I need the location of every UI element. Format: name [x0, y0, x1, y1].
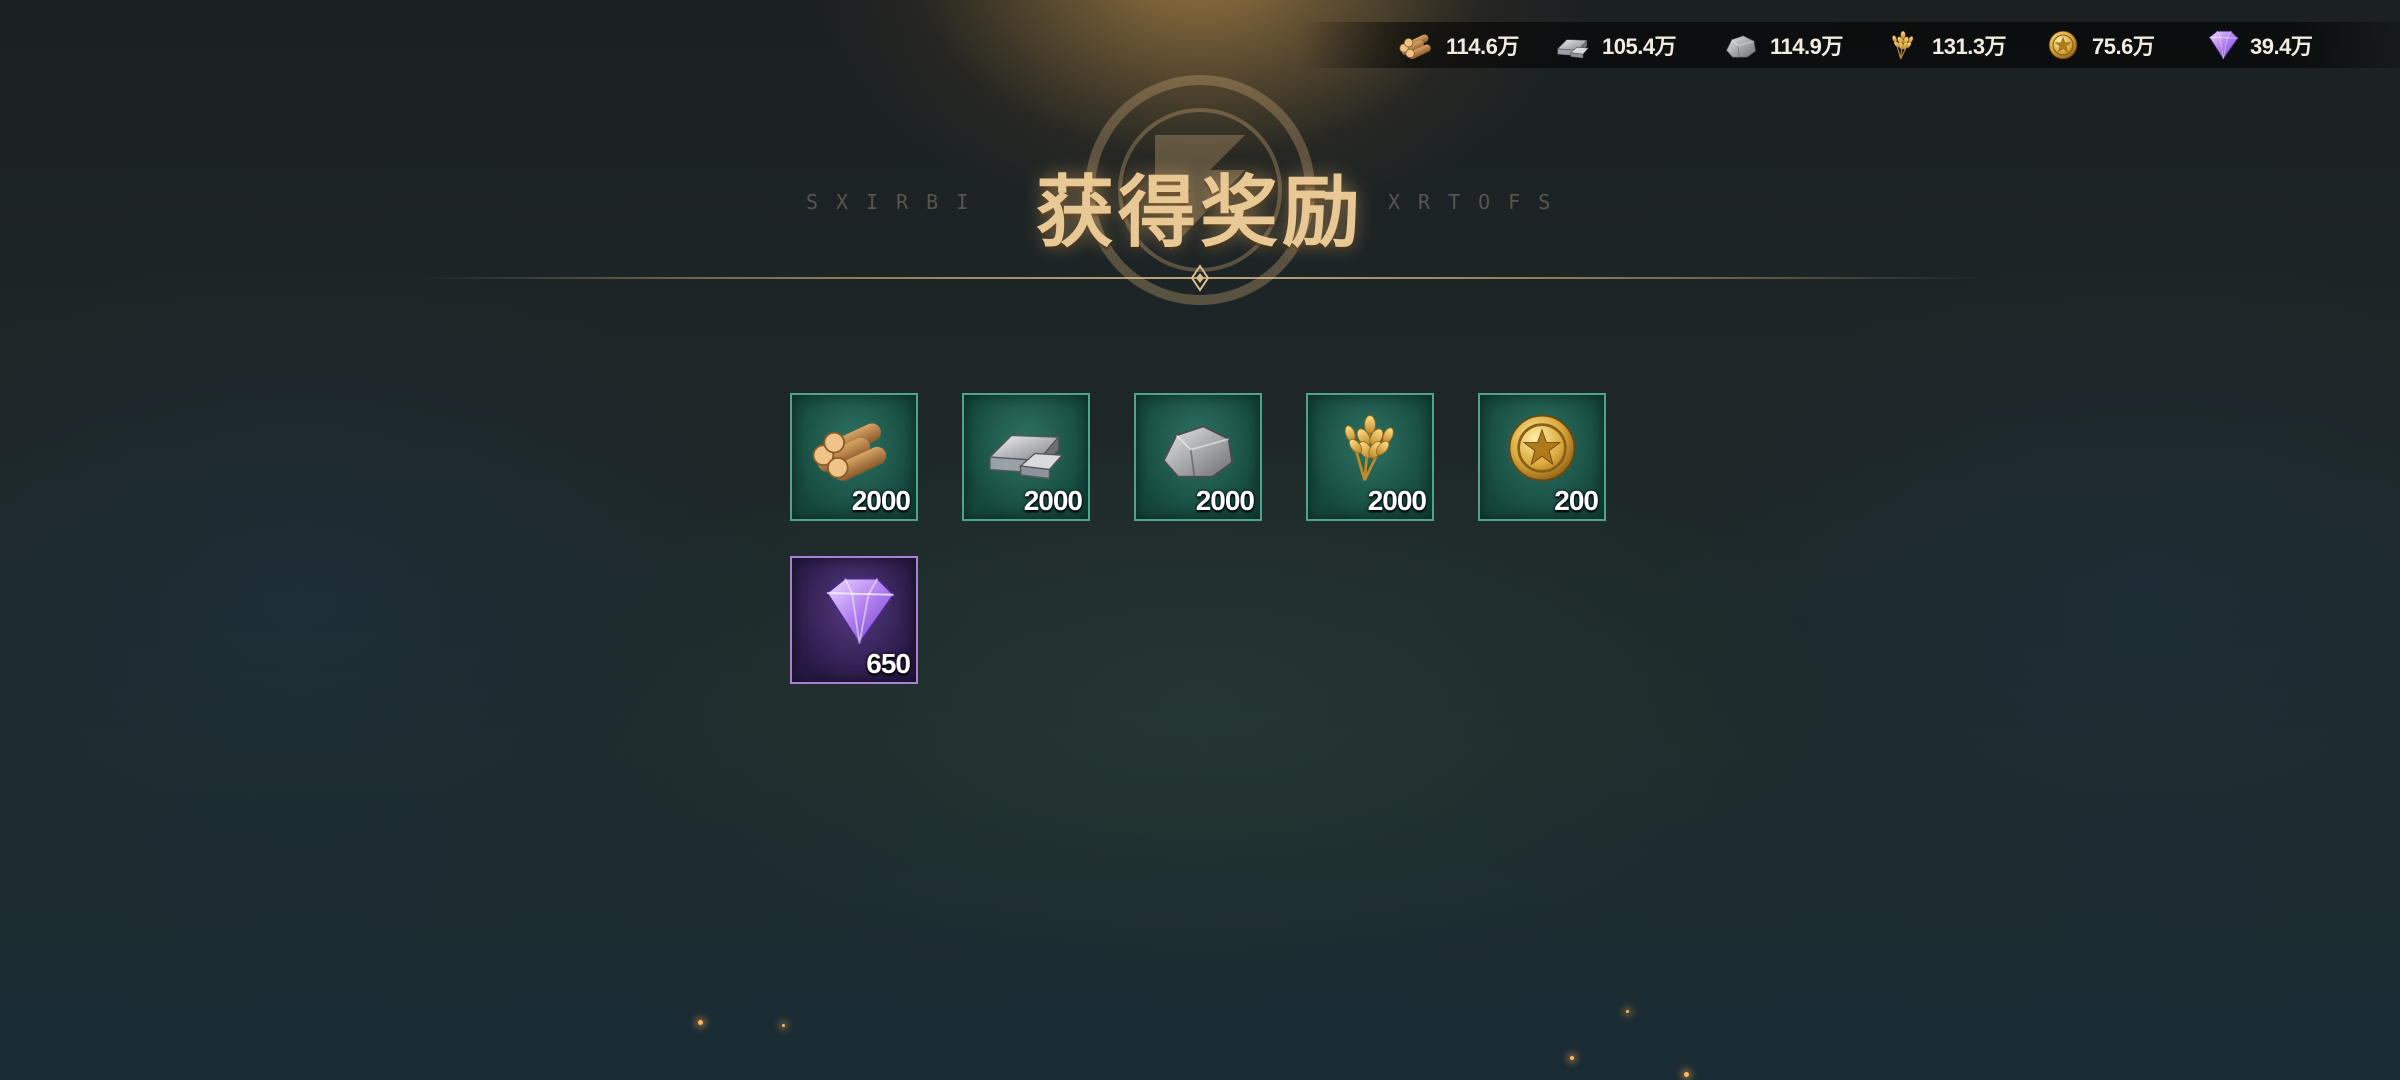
resource-bar: 114.6万 105.4万 114.9万 131.3万 75.6万 39.4万	[1300, 22, 2400, 68]
reward-count: 200	[1554, 485, 1599, 516]
iron-ingot-icon	[1557, 39, 1589, 59]
wheat-icon	[1341, 414, 1397, 482]
purple-gem-icon	[826, 577, 895, 645]
resource-wheat[interactable]: 131.3万	[1880, 22, 2007, 68]
resource-stone[interactable]: 114.9万	[1718, 22, 1843, 68]
iron-ingot-icon	[989, 434, 1063, 480]
title-decoration-right: XRTOFS	[1388, 190, 1569, 214]
resource-gold[interactable]: 75.6万	[2040, 22, 2155, 68]
resource-gold-value: 75.6万	[2092, 34, 2155, 59]
reward-count: 650	[866, 648, 911, 679]
stone-icon	[1726, 35, 1756, 58]
reward-count: 2000	[1195, 485, 1255, 516]
purple-gem-icon	[2209, 30, 2239, 60]
ember-particle	[782, 1024, 785, 1027]
wheat-icon	[1891, 30, 1915, 60]
resource-wood-value: 114.6万	[1446, 34, 1519, 59]
gold-coin-icon	[2048, 30, 2078, 60]
ember-particle	[1570, 1056, 1574, 1060]
reward-item-wood[interactable]: 2000	[790, 393, 918, 521]
divider-diamond-icon	[1190, 264, 1210, 292]
ember-particle	[698, 1020, 703, 1025]
reward-count: 2000	[851, 485, 911, 516]
resource-iron-value: 105.4万	[1602, 34, 1677, 59]
reward-count: 2000	[1023, 485, 1083, 516]
resource-iron[interactable]: 105.4万	[1550, 22, 1677, 68]
ember-particle	[1684, 1072, 1689, 1077]
resource-gem[interactable]: 39.4万	[2198, 22, 2313, 68]
wood-icon	[812, 419, 891, 485]
wood-icon	[1399, 32, 1433, 61]
stone-icon	[1162, 425, 1234, 478]
resource-wood[interactable]: 114.6万	[1394, 22, 1519, 68]
ember-particle	[1626, 1010, 1629, 1013]
gold-coin-icon	[1508, 414, 1576, 482]
reward-item-wheat[interactable]: 2000	[1306, 393, 1434, 521]
reward-item-gold[interactable]: 200	[1478, 393, 1606, 521]
reward-item-gem[interactable]: 650	[790, 556, 918, 684]
reward-item-stone[interactable]: 2000	[1134, 393, 1262, 521]
resource-wheat-value: 131.3万	[1932, 34, 2007, 59]
resource-gem-value: 39.4万	[2250, 34, 2313, 59]
resource-stone-value: 114.9万	[1770, 34, 1843, 59]
reward-count: 2000	[1367, 485, 1427, 516]
reward-item-iron[interactable]: 2000	[962, 393, 1090, 521]
